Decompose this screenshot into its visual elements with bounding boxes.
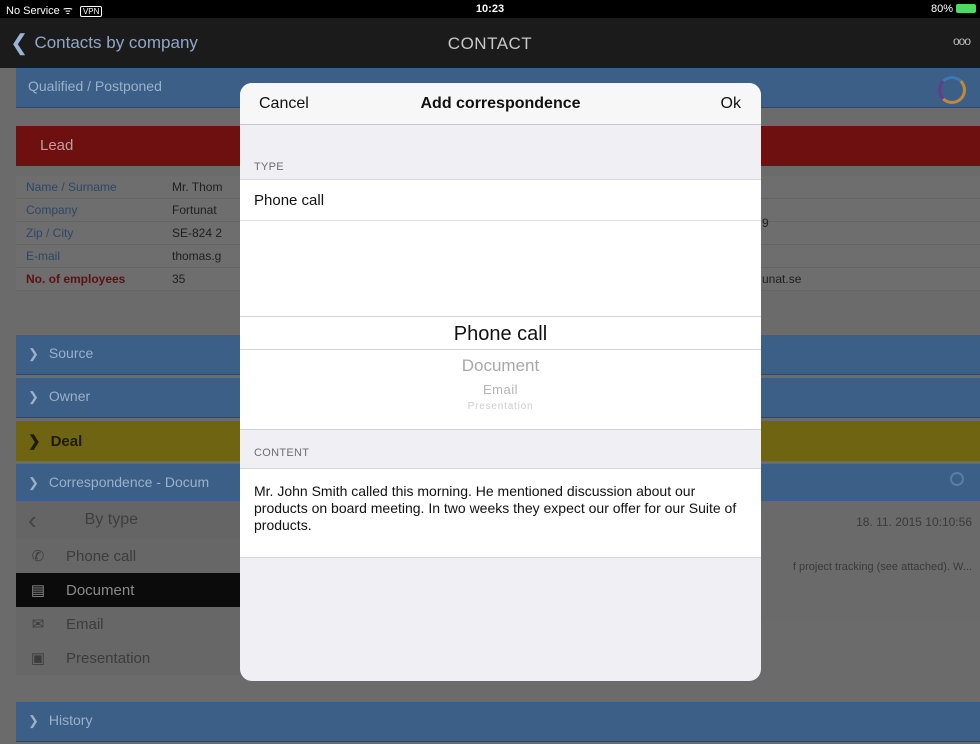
section-label: Correspondence - Docum (48, 474, 210, 490)
chevron-right-icon: ❯ (28, 346, 39, 361)
picker-option[interactable]: Presentation (240, 401, 761, 412)
phone-icon: ✆ (31, 548, 45, 565)
type-section-label: TYPE (254, 161, 284, 173)
section-history[interactable]: ❯ History (16, 702, 980, 742)
type-field[interactable]: Phone call (240, 179, 761, 221)
section-label: Deal (50, 433, 83, 450)
presentation-icon: ▣ (30, 650, 46, 667)
content-section-label: CONTENT (254, 447, 310, 459)
lead-label: Lead (40, 137, 74, 154)
company-fragment: 9 (762, 216, 769, 230)
by-type-header[interactable]: ‹ By type (16, 501, 268, 539)
chevron-down-icon: ❯ (28, 475, 39, 490)
entry-date: 18. 11. 2015 10:10:56 (856, 515, 972, 529)
navigation-bar: ❮ Contacts by company CONTACT ooo (0, 18, 980, 68)
field-key: No. of employees (26, 272, 126, 286)
by-type-label: By type (84, 511, 139, 528)
type-item-document[interactable]: ▤ Document (16, 573, 268, 607)
type-item-presentation[interactable]: ▣ Presentation (16, 641, 268, 675)
type-label: Email (66, 615, 104, 633)
entry-snippet[interactable]: f project tracking (see attached). W... (793, 561, 972, 573)
field-value: SE-824 2 (172, 226, 223, 240)
picker-option[interactable]: Document (240, 356, 761, 376)
search-icon[interactable] (950, 472, 964, 486)
field-key: E-mail (26, 249, 61, 263)
content-textarea[interactable]: Mr. John Smith called this morning. He m… (240, 468, 761, 558)
page-title: CONTACT (447, 34, 533, 53)
picker-selection-bottom (240, 349, 761, 350)
type-label: Document (66, 581, 135, 599)
battery-percent: 80% (930, 3, 953, 15)
picker-option[interactable]: Email (240, 382, 761, 397)
picker-selection-top (240, 316, 761, 317)
field-key: Company (26, 203, 78, 217)
clock: 10:23 (475, 3, 505, 15)
field-key: Name / Surname (26, 180, 117, 194)
field-value: Fortunat (172, 203, 217, 217)
field-value: 35 (172, 272, 186, 286)
add-correspondence-dialog: Cancel Add correspondence Ok TYPE Phone … (240, 83, 761, 681)
more-button[interactable]: ooo (953, 34, 971, 48)
status-bar: No Service ᯤ VPN 10:23 80% (0, 0, 980, 18)
envelope-icon: ✉ (31, 616, 45, 633)
section-label: History (48, 712, 93, 728)
chevron-right-icon: ❯ (28, 713, 39, 728)
field-value: Mr. Thom (172, 180, 223, 194)
dialog-header: Cancel Add correspondence Ok (240, 83, 761, 125)
section-label: Owner (48, 388, 91, 404)
type-picker[interactable]: Phone call Document Email Presentation (240, 221, 761, 430)
chevron-right-icon: ❯ (28, 389, 39, 404)
status-header-label: Qualified / Postponed (28, 78, 162, 94)
field-key: Zip / City (26, 226, 74, 240)
battery-icon (956, 4, 976, 13)
chevron-right-icon: ❯ (28, 433, 41, 450)
chevron-left-icon: ‹ (28, 504, 37, 535)
ok-button[interactable]: Ok (721, 95, 741, 113)
picker-option[interactable]: Phone call (240, 323, 761, 346)
type-label: Phone call (66, 547, 137, 565)
type-item-email[interactable]: ✉ Email (16, 607, 268, 641)
type-label: Presentation (66, 649, 151, 667)
company-logo-icon (938, 76, 966, 104)
email-fragment: unat.se (762, 272, 802, 286)
type-item-phone-call[interactable]: ✆ Phone call (16, 539, 268, 573)
dialog-title: Add correspondence (420, 95, 581, 112)
field-value: thomas.g (172, 249, 222, 263)
section-label: Source (48, 345, 94, 361)
document-icon: ▤ (30, 582, 46, 599)
